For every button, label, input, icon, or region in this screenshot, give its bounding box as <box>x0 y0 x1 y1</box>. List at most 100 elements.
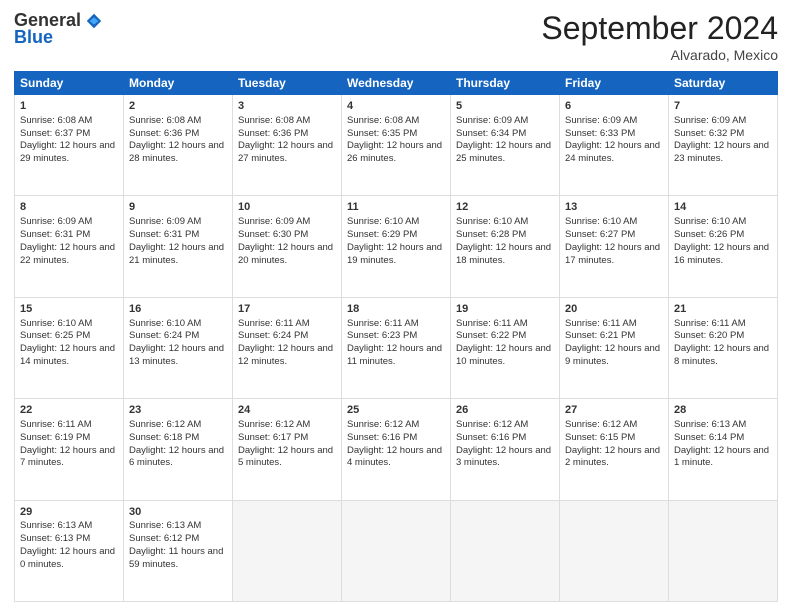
header: General Blue September 2024 Alvarado, Me… <box>14 10 778 63</box>
sunset-text: Sunset: 6:35 PM <box>347 128 417 139</box>
daylight-text: Daylight: 12 hours and 3 minutes. <box>456 445 551 469</box>
sunrise-text: Sunrise: 6:08 AM <box>238 115 310 126</box>
sunrise-text: Sunrise: 6:11 AM <box>456 318 528 329</box>
day-cell-22: 22Sunrise: 6:11 AMSunset: 6:19 PMDayligh… <box>15 399 124 500</box>
day-cell-2: 2Sunrise: 6:08 AM Sunset: 6:36 PMDaylight… <box>124 95 233 196</box>
daylight-text: Daylight: 12 hours and 17 minutes. <box>565 242 660 266</box>
day-cell-18: 18Sunrise: 6:11 AMSunset: 6:23 PMDayligh… <box>342 297 451 398</box>
day-cell-3: 3Sunrise: 6:08 AM Sunset: 6:36 PMDaylight… <box>233 95 342 196</box>
daylight-text: Daylight: 12 hours and 27 minutes. <box>238 140 333 164</box>
day-header-saturday: Saturday <box>669 72 778 95</box>
sunset-text: Sunset: 6:21 PM <box>565 330 635 341</box>
location: Alvarado, Mexico <box>541 47 778 63</box>
calendar-header-row: SundayMondayTuesdayWednesdayThursdayFrid… <box>15 72 778 95</box>
sunrise-text: Sunrise: 6:10 AM <box>565 216 637 227</box>
day-cell-23: 23Sunrise: 6:12 AMSunset: 6:18 PMDayligh… <box>124 399 233 500</box>
week-row-3: 15Sunrise: 6:10 AMSunset: 6:25 PMDayligh… <box>15 297 778 398</box>
day-cell-6: 6Sunrise: 6:09 AMSunset: 6:33 PMDaylight… <box>560 95 669 196</box>
day-cell-19: 19Sunrise: 6:11 AMSunset: 6:22 PMDayligh… <box>451 297 560 398</box>
daylight-text: Daylight: 12 hours and 29 minutes. <box>20 140 115 164</box>
day-cell-30: 30Sunrise: 6:13 AMSunset: 6:12 PMDayligh… <box>124 500 233 601</box>
day-cell-29: 29Sunrise: 6:13 AMSunset: 6:13 PMDayligh… <box>15 500 124 601</box>
sunrise-text: Sunrise: 6:09 AM <box>565 115 637 126</box>
day-number: 6 <box>565 99 663 114</box>
page: General Blue September 2024 Alvarado, Me… <box>0 0 792 612</box>
daylight-text: Daylight: 12 hours and 0 minutes. <box>20 546 115 570</box>
daylight-text: Daylight: 12 hours and 7 minutes. <box>20 445 115 469</box>
day-cell-1: 1Sunrise: 6:08 AMSunset: 6:37 PMDaylight… <box>15 95 124 196</box>
sunset-text: Sunset: 6:22 PM <box>456 330 526 341</box>
day-number: 29 <box>20 505 118 520</box>
sunset-text: Sunset: 6:12 PM <box>129 533 199 544</box>
sunrise-text: Sunrise: 6:10 AM <box>347 216 419 227</box>
empty-cell <box>233 500 342 601</box>
day-cell-13: 13Sunrise: 6:10 AM Sunset: 6:27 PM Dayligh… <box>560 196 669 297</box>
daylight-text: Daylight: 12 hours and 5 minutes. <box>238 445 333 469</box>
sunrise-text: Sunrise: 6:13 AM <box>674 419 746 430</box>
sunset-text: Sunset: 6:14 PM <box>674 432 744 443</box>
sunrise-text: Sunrise: 6:11 AM <box>238 318 310 329</box>
day-number: 2 <box>129 99 227 114</box>
day-number: 19 <box>456 302 554 317</box>
sunrise-text: Sunrise: 6:08 AM <box>129 115 201 126</box>
daylight-text: Daylight: 12 hours and 28 minutes. <box>129 140 224 164</box>
sunrise-text: Sunrise: 6:10 AM <box>20 318 92 329</box>
daylight-text: Daylight: 12 hours and 4 minutes. <box>347 445 442 469</box>
daylight-text: Daylight: 12 hours and 20 minutes. <box>238 242 333 266</box>
daylight-text: Daylight: 12 hours and 12 minutes. <box>238 343 333 367</box>
empty-cell <box>342 500 451 601</box>
sunset-text: Sunset: 6:16 PM <box>456 432 526 443</box>
day-cell-12: 12Sunrise: 6:10 AMSunset: 6:28 PMDayligh… <box>451 196 560 297</box>
daylight-text: Daylight: 12 hours and 1 minute. <box>674 445 769 469</box>
day-cell-4: 4Sunrise: 6:08 AMSunset: 6:35 PMDaylight… <box>342 95 451 196</box>
sunset-text: Sunset: 6:24 PM <box>129 330 199 341</box>
sunset-text: Sunset: 6:31 PM <box>129 229 199 240</box>
logo: General Blue <box>14 10 103 48</box>
day-cell-14: 14Sunrise: 6:10 AMSunset: 6:26 PMDayligh… <box>669 196 778 297</box>
sunset-text: Sunset: 6:27 PM <box>565 229 635 240</box>
sunset-text: Sunset: 6:18 PM <box>129 432 199 443</box>
daylight-text: Daylight: 12 hours and 16 minutes. <box>674 242 769 266</box>
day-number: 16 <box>129 302 227 317</box>
sunset-text: Sunset: 6:31 PM <box>20 229 90 240</box>
day-header-wednesday: Wednesday <box>342 72 451 95</box>
sunset-text: Sunset: 6:36 PM <box>238 128 308 139</box>
day-cell-24: 24Sunrise: 6:12 AMSunset: 6:17 PMDayligh… <box>233 399 342 500</box>
daylight-text: Daylight: 12 hours and 21 minutes. <box>129 242 224 266</box>
sunset-text: Sunset: 6:19 PM <box>20 432 90 443</box>
day-number: 28 <box>674 403 772 418</box>
sunset-text: Sunset: 6:37 PM <box>20 128 90 139</box>
sunrise-text: Sunrise: 6:12 AM <box>565 419 637 430</box>
day-cell-20: 20Sunrise: 6:11 AMSunset: 6:21 PMDayligh… <box>560 297 669 398</box>
daylight-text: Daylight: 12 hours and 24 minutes. <box>565 140 660 164</box>
day-number: 14 <box>674 200 772 215</box>
day-number: 18 <box>347 302 445 317</box>
sunrise-text: Sunrise: 6:10 AM <box>129 318 201 329</box>
day-number: 3 <box>238 99 336 114</box>
daylight-text: Daylight: 12 hours and 6 minutes. <box>129 445 224 469</box>
sunrise-text: Sunrise: 6:11 AM <box>565 318 637 329</box>
empty-cell <box>560 500 669 601</box>
daylight-text: Daylight: 12 hours and 22 minutes. <box>20 242 115 266</box>
week-row-1: 1Sunrise: 6:08 AMSunset: 6:37 PMDaylight… <box>15 95 778 196</box>
day-header-sunday: Sunday <box>15 72 124 95</box>
sunrise-text: Sunrise: 6:12 AM <box>456 419 528 430</box>
daylight-text: Daylight: 12 hours and 25 minutes. <box>456 140 551 164</box>
daylight-text: Daylight: 12 hours and 18 minutes. <box>456 242 551 266</box>
sunrise-text: Sunrise: 6:10 AM <box>456 216 528 227</box>
sunrise-text: Sunrise: 6:11 AM <box>347 318 419 329</box>
sunset-text: Sunset: 6:23 PM <box>347 330 417 341</box>
daylight-text: Daylight: 12 hours and 8 minutes. <box>674 343 769 367</box>
day-number: 12 <box>456 200 554 215</box>
day-cell-26: 26Sunrise: 6:12 AMSunset: 6:16 PMDayligh… <box>451 399 560 500</box>
week-row-5: 29Sunrise: 6:13 AMSunset: 6:13 PMDayligh… <box>15 500 778 601</box>
sunrise-text: Sunrise: 6:13 AM <box>129 520 201 531</box>
day-cell-8: 8Sunrise: 6:09 AMSunset: 6:31 PMDaylight… <box>15 196 124 297</box>
day-number: 7 <box>674 99 772 114</box>
daylight-text: Daylight: 12 hours and 9 minutes. <box>565 343 660 367</box>
day-number: 13 <box>565 200 663 215</box>
daylight-text: Daylight: 12 hours and 23 minutes. <box>674 140 769 164</box>
sunset-text: Sunset: 6:36 PM <box>129 128 199 139</box>
sunset-text: Sunset: 6:24 PM <box>238 330 308 341</box>
day-cell-27: 27Sunrise: 6:12 AMSunset: 6:15 PMDayligh… <box>560 399 669 500</box>
